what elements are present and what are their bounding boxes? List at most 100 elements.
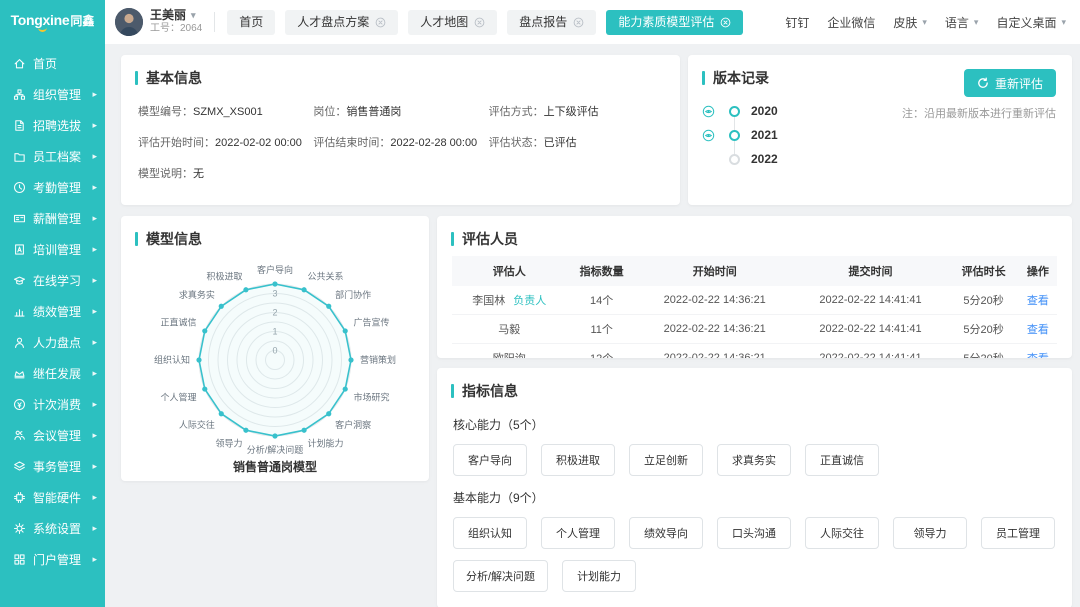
version-year[interactable]: 2022 xyxy=(751,152,778,166)
sidebar-item-employee-archive[interactable]: 员工档案▸ xyxy=(0,141,105,172)
field-value: 2022-02-02 00:00 xyxy=(215,137,302,149)
chevron-right-icon: ▸ xyxy=(92,306,97,317)
indicator-button[interactable]: 正直诚信 xyxy=(805,444,879,476)
indicator-button[interactable]: 分析/解决问题 xyxy=(453,560,548,592)
close-icon[interactable] xyxy=(375,17,386,28)
sidebar-item-meeting[interactable]: 会议管理▸ xyxy=(0,420,105,451)
column-header: 提交时间 xyxy=(793,256,949,286)
view-link[interactable]: 查看 xyxy=(1027,295,1049,307)
sidebar-item-training[interactable]: 培训管理▸ xyxy=(0,234,105,265)
re-evaluate-button[interactable]: 重新评估 xyxy=(964,69,1056,97)
version-year[interactable]: 2021 xyxy=(751,128,778,142)
submit-time-cell: 2022-02-22 14:41:41 xyxy=(793,286,949,315)
archive-icon xyxy=(13,150,26,163)
indicator-button[interactable]: 求真务实 xyxy=(717,444,791,476)
indicator-button[interactable]: 员工管理 xyxy=(981,517,1055,549)
view-link[interactable]: 查看 xyxy=(1027,324,1049,336)
evaluator-name-cell: 马毅 xyxy=(452,315,566,344)
indicator-button[interactable]: 积极进取 xyxy=(541,444,615,476)
svg-text:客户导向: 客户导向 xyxy=(257,264,293,275)
field-label: 评估方式： xyxy=(489,106,544,118)
section-marker xyxy=(135,232,138,246)
table-row: 欧阳询12个2022-02-22 14:36:212022-02-22 14:4… xyxy=(452,344,1057,359)
main-content: 基本信息 模型编号：SZMX_XS001岗位：销售普通岗评估方式：上下级评估评估… xyxy=(105,44,1080,607)
sidebar-item-talent-review[interactable]: 人力盘点▸ xyxy=(0,327,105,358)
version-entry-2020: 2020 xyxy=(702,99,1072,123)
chevron-down-icon: ▾ xyxy=(922,17,927,28)
user-meta: 王美丽▾ 工号：2064 xyxy=(150,8,202,36)
view-link[interactable]: 查看 xyxy=(1027,353,1049,358)
sidebar-item-recruit[interactable]: 招聘选拔▸ xyxy=(0,110,105,141)
topbar-action-custom-desktop[interactable]: 自定义桌面 ▾ xyxy=(996,14,1066,31)
view-version-icon[interactable] xyxy=(702,129,720,142)
chevron-right-icon: ▸ xyxy=(92,213,97,224)
tab-label: 首页 xyxy=(239,10,263,35)
svg-text:求真务实: 求真务实 xyxy=(179,289,215,300)
chevron-right-icon: ▸ xyxy=(92,120,97,131)
tab-talent-map[interactable]: 人才地图 xyxy=(408,10,497,35)
topbar-action-skin[interactable]: 皮肤 ▾ xyxy=(893,14,927,31)
sidebar-item-label: 薪酬管理 xyxy=(33,210,81,227)
org-icon xyxy=(13,88,26,101)
start-time-cell: 2022-02-22 14:36:21 xyxy=(637,315,793,344)
basic-info-panel: 基本信息 模型编号：SZMX_XS001岗位：销售普通岗评估方式：上下级评估评估… xyxy=(121,55,680,205)
tab-home[interactable]: 首页 xyxy=(227,10,275,35)
close-icon[interactable] xyxy=(474,17,485,28)
field-label: 模型说明： xyxy=(138,168,193,180)
tab-review-report[interactable]: 盘点报告 xyxy=(507,10,596,35)
sidebar-item-elearning[interactable]: 在线学习▸ xyxy=(0,265,105,296)
indicator-button[interactable]: 领导力 xyxy=(893,517,967,549)
topbar-action-language[interactable]: 语言 ▾ xyxy=(945,14,979,31)
indicator-button[interactable]: 个人管理 xyxy=(541,517,615,549)
sidebar-item-consume[interactable]: 计次消费▸ xyxy=(0,389,105,420)
tab-competency-model-eval[interactable]: 能力素质模型评估 xyxy=(606,10,743,35)
sidebar-item-hardware[interactable]: 智能硬件▸ xyxy=(0,482,105,513)
refresh-icon xyxy=(977,77,989,89)
topbar-action-dingtalk[interactable]: 钉钉 xyxy=(785,14,809,31)
action-cell: 查看 xyxy=(1019,286,1057,315)
sidebar-item-portal[interactable]: 门户管理▸ xyxy=(0,544,105,575)
succession-icon xyxy=(13,367,26,380)
sidebar-item-label: 系统设置 xyxy=(33,520,81,537)
evaluators-table: 评估人指标数量开始时间提交时间评估时长操作 李国林负责人14个2022-02-2… xyxy=(452,256,1057,358)
tab-bar: 首页人才盘点方案人才地图 盘点报告能力素质模型评估 xyxy=(227,10,743,35)
sidebar-item-settings[interactable]: 系统设置▸ xyxy=(0,513,105,544)
sidebar-item-affairs[interactable]: 事务管理▸ xyxy=(0,451,105,482)
sidebar-item-label: 计次消费 xyxy=(33,396,81,413)
home-icon xyxy=(13,57,26,70)
logo-text-en: Tongxine xyxy=(11,12,70,28)
basic-info-fields: 模型编号：SZMX_XS001岗位：销售普通岗评估方式：上下级评估评估开始时间：… xyxy=(121,97,680,181)
tab-talent-review-plan[interactable]: 人才盘点方案 xyxy=(285,10,398,35)
view-version-icon[interactable] xyxy=(702,105,720,118)
close-icon[interactable] xyxy=(720,17,731,28)
indicator-button[interactable]: 立足创新 xyxy=(629,444,703,476)
sidebar-item-succession[interactable]: 继任发展▸ xyxy=(0,358,105,389)
tab-label: 人才地图 xyxy=(420,10,468,35)
sidebar-item-attendance[interactable]: 考勤管理▸ xyxy=(0,172,105,203)
sidebar-item-label: 会议管理 xyxy=(33,427,81,444)
field-label: 评估开始时间： xyxy=(138,137,215,149)
sidebar-item-salary[interactable]: 薪酬管理 ▸ xyxy=(0,203,105,234)
timeline-dot xyxy=(729,154,740,165)
app-logo[interactable]: Tongxine同鑫 xyxy=(0,0,105,40)
indicator-button[interactable]: 绩效导向 xyxy=(629,517,703,549)
sidebar-item-label: 首页 xyxy=(33,55,57,72)
salary-icon xyxy=(13,212,26,225)
evaluator-name: 李国林 xyxy=(472,295,505,307)
close-icon[interactable] xyxy=(573,17,584,28)
sidebar-item-home[interactable]: 首页 xyxy=(0,48,105,79)
sidebar-item-org-manage[interactable]: 组织管理▸ xyxy=(0,79,105,110)
sidebar-item-performance[interactable]: 绩效管理▸ xyxy=(0,296,105,327)
info-field: 模型编号：SZMX_XS001 xyxy=(138,103,313,119)
user-menu[interactable]: 王美丽▾ 工号：2064 xyxy=(115,8,202,36)
indicator-count-cell: 11个 xyxy=(566,315,636,344)
chevron-right-icon: ▸ xyxy=(92,461,97,472)
topbar-action-wecom[interactable]: 企业微信 xyxy=(827,14,875,31)
indicator-button[interactable]: 口头沟通 xyxy=(717,517,791,549)
version-timeline: 2020 2021 2022 xyxy=(688,97,1072,171)
indicator-button[interactable]: 客户导向 xyxy=(453,444,527,476)
indicator-button[interactable]: 组织认知 xyxy=(453,517,527,549)
indicator-button[interactable]: 人际交往 xyxy=(805,517,879,549)
indicator-button[interactable]: 计划能力 xyxy=(562,560,636,592)
version-year[interactable]: 2020 xyxy=(751,104,778,118)
